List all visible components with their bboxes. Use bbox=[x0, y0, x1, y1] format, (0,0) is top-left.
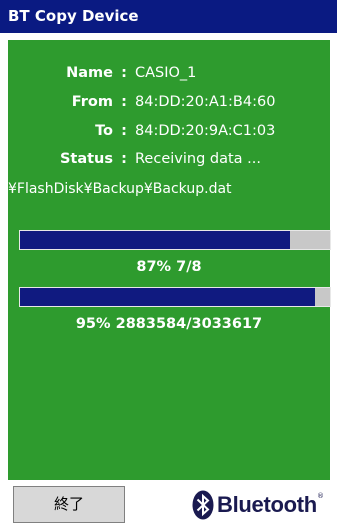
bluetooth-icon bbox=[192, 490, 214, 520]
bytes-progress-text: 95% 2883584/3033617 bbox=[75, 316, 263, 332]
name-colon: : bbox=[121, 65, 127, 81]
bytes-progress-bar bbox=[19, 287, 331, 307]
transfer-panel: Name: CASIO_1 From:84:DD:20:A1:B4:60 To:8… bbox=[8, 40, 331, 480]
to-row: To:84:DD:20:9A:C1:03 bbox=[8, 120, 275, 142]
name-row: Name: CASIO_1 bbox=[8, 62, 196, 84]
status-value: Receiving data ... bbox=[135, 151, 261, 167]
bluetooth-logo: Bluetooth ® bbox=[192, 488, 324, 522]
to-label: To bbox=[95, 123, 113, 139]
from-row: From:84:DD:20:A1:B4:60 bbox=[8, 91, 276, 113]
to-colon: : bbox=[121, 123, 127, 139]
name-value: CASIO_1 bbox=[135, 65, 197, 81]
to-value: 84:DD:20:9A:C1:03 bbox=[135, 123, 276, 139]
from-value: 84:DD:20:A1:B4:60 bbox=[135, 94, 276, 110]
registered-mark: ® bbox=[316, 492, 324, 500]
window-title: BT Copy Device bbox=[0, 0, 337, 33]
file-progress-text: 87% 7/8 bbox=[136, 259, 202, 275]
file-progress-bar bbox=[19, 230, 331, 250]
status-row: Status: Receiving data ... bbox=[8, 148, 261, 170]
bluetooth-wordmark: Bluetooth bbox=[217, 492, 317, 517]
exit-button[interactable]: 終了 bbox=[13, 486, 125, 523]
file-path: ¥FlashDisk¥Backup¥Backup.dat bbox=[8, 181, 232, 197]
name-label: Name bbox=[66, 65, 113, 81]
bytes-progress-fill bbox=[20, 288, 315, 306]
status-label: Status bbox=[59, 151, 113, 167]
from-label: From bbox=[71, 94, 113, 110]
from-colon: : bbox=[121, 94, 127, 110]
status-colon: : bbox=[121, 151, 127, 167]
file-progress-fill bbox=[20, 231, 290, 249]
